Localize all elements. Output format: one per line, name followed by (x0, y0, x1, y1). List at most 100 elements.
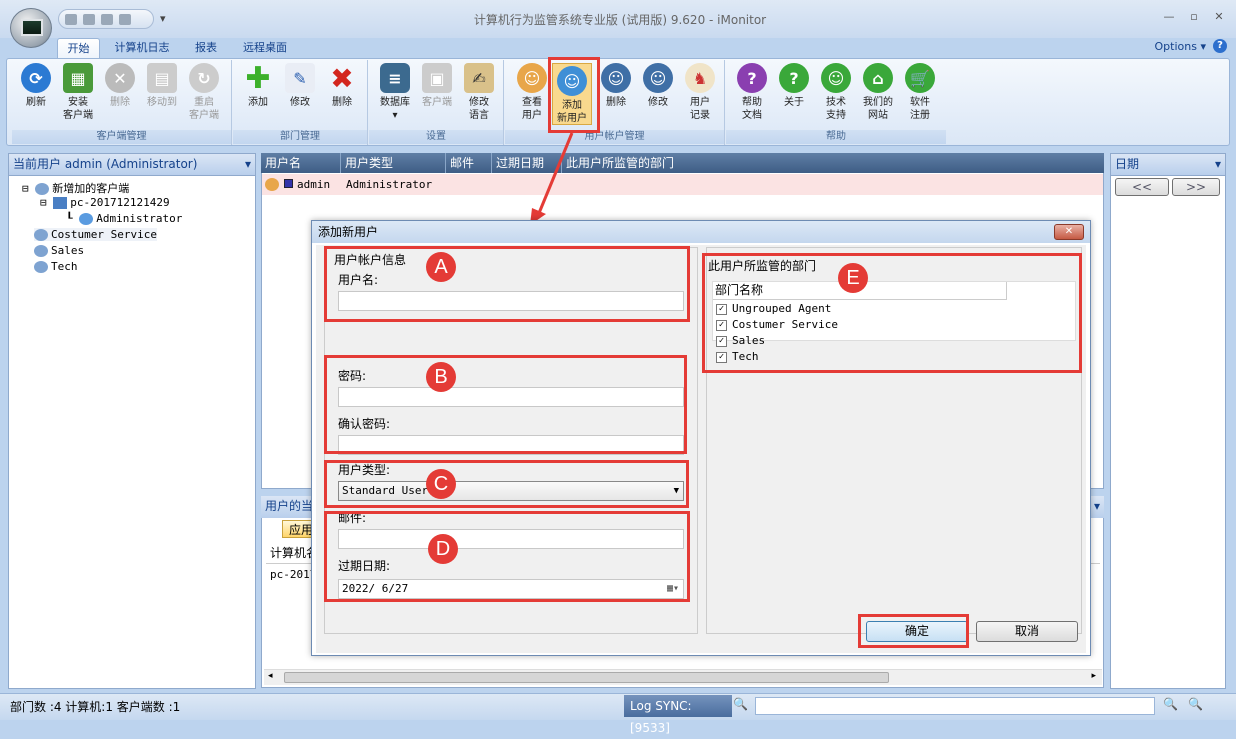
group-icon (34, 261, 48, 273)
help-icon[interactable]: ? (1213, 39, 1227, 53)
group-icon (34, 245, 48, 257)
user-icon (79, 213, 94, 225)
bottom-row[interactable]: pc-2017 (270, 568, 316, 581)
client-icon: ▣ (422, 63, 452, 93)
status-counts: 部门数 :4 计算机:1 客户端数 :1 (10, 700, 181, 714)
annotation-box-e (702, 253, 1082, 373)
minimize-icon[interactable]: — (1158, 10, 1180, 26)
tech-support-button[interactable]: ☺ 技术 支持 (816, 63, 856, 122)
database-button[interactable]: ≡ 数据库 ▾ (375, 63, 415, 122)
options-menu[interactable]: Options ▾ (1155, 40, 1206, 53)
admin-flag-icon (284, 179, 293, 188)
tab-reports[interactable]: 报表 (188, 38, 224, 58)
annotation-arrow (530, 132, 574, 225)
quick-access-toolbar[interactable] (58, 9, 154, 29)
left-panel-header[interactable]: 当前用户 admin (Administrator) ▾ (9, 154, 255, 176)
next-date-button[interactable]: >> (1172, 178, 1220, 196)
help-docs-button[interactable]: ? 帮助 文档 (732, 63, 772, 122)
search-icon[interactable]: 🔍 (1188, 697, 1203, 711)
add-dept-button[interactable]: ✚ 添加 (238, 63, 278, 109)
refresh-icon: ⟳ (21, 63, 51, 93)
log-progress (755, 697, 1155, 715)
tree-group-new-clients[interactable]: ⊟ 新增加的客户端 (22, 180, 129, 196)
support-icon: ☺ (821, 63, 851, 93)
window-title: 计算机行为监管系统专业版 (试用版) 9.620 - iMonitor (473, 13, 767, 27)
annotation-box-d (324, 511, 690, 602)
group-icon (35, 183, 50, 195)
install-client-button[interactable]: ▦ 安装 客户端 (58, 63, 98, 122)
log-sync-status: Log SYNC: [9533] (624, 695, 732, 735)
register-button[interactable]: 🛒 软件 注册 (900, 63, 940, 122)
app-menu-button[interactable] (10, 8, 52, 48)
tree-group-tech[interactable]: Tech (34, 260, 78, 273)
group-icon (34, 229, 48, 241)
dialog-title: 添加新用户 (312, 221, 1090, 243)
delete-user-icon: ☺ (601, 63, 631, 93)
question-icon: ? (737, 63, 767, 93)
computer-icon (53, 197, 68, 209)
dialog-close-button[interactable]: ✕ (1054, 224, 1084, 240)
restart-client-button[interactable]: ↻ 重启 客户端 (184, 63, 224, 122)
edit-user-icon: ☺ (643, 63, 673, 93)
install-icon: ▦ (63, 63, 93, 93)
tree-group-costumer[interactable]: Costumer Service (34, 228, 157, 241)
annotation-box-ok (858, 614, 969, 648)
about-button[interactable]: ? 关于 (774, 63, 814, 109)
zoom-in-icon[interactable]: 🔍 (1163, 697, 1178, 711)
marker-d: D (428, 534, 458, 564)
tab-remote-desktop[interactable]: 远程桌面 (236, 38, 294, 58)
marker-a: A (426, 252, 456, 282)
edit-user-button[interactable]: ☺ 修改 (638, 63, 678, 109)
add-user-highlight (548, 57, 600, 133)
marker-b: B (426, 362, 456, 392)
maximize-icon[interactable]: ▫ (1183, 10, 1205, 26)
horizontal-scrollbar[interactable]: ◂ ▸ (264, 669, 1102, 685)
edit-dept-button[interactable]: ✎ 修改 (280, 63, 320, 109)
database-icon: ≡ (380, 63, 410, 93)
refresh-button[interactable]: ⟳ 刷新 (16, 63, 56, 109)
user-log-button[interactable]: ♞ 用户 记录 (680, 63, 720, 122)
delete-user-button[interactable]: ☺ 删除 (596, 63, 636, 109)
col-usertype[interactable]: 用户类型 (341, 153, 446, 173)
marker-e: E (838, 263, 868, 293)
view-users-button[interactable]: ☺ 查看 用户 (512, 63, 552, 122)
language-icon: ✍ (464, 63, 494, 93)
marker-c: C (426, 469, 456, 499)
user-log-icon: ♞ (685, 63, 715, 93)
tree-computer[interactable]: ⊟ pc-2017121214​29 (40, 196, 170, 209)
change-language-button[interactable]: ✍ 修改 语言 (459, 63, 499, 122)
annotation-box-c (324, 460, 689, 508)
tree-user[interactable]: ┖ Administrator (66, 212, 182, 225)
qat-dropdown-icon[interactable]: ▾ (160, 12, 166, 25)
col-username[interactable]: 用户名 (261, 153, 341, 173)
date-header[interactable]: 日期 ▾ (1111, 154, 1225, 176)
tab-computer-log[interactable]: 计算机日志 (108, 38, 176, 58)
col-email[interactable]: 邮件 (446, 153, 492, 173)
restart-icon: ↻ (189, 63, 219, 93)
delete-icon: ✕ (105, 63, 135, 93)
delete-client-button[interactable]: ✕ 删除 (100, 63, 140, 109)
tree-group-sales[interactable]: Sales (34, 244, 84, 257)
users-table-header: 用户名 用户类型 邮件 过期日期 此用户所监管的部门 (261, 153, 1104, 173)
col-departments[interactable]: 此用户所监管的部门 (562, 153, 862, 173)
annotation-box-a (324, 246, 690, 322)
client-settings-button[interactable]: ▣ 客户端 (417, 63, 457, 109)
delete-dept-button[interactable]: ✖ 删除 (322, 63, 362, 109)
right-panel: 日期 ▾ (1110, 153, 1226, 689)
annotation-box-b (324, 355, 687, 454)
close-window-icon[interactable]: ✕ (1208, 10, 1230, 26)
prev-date-button[interactable]: << (1115, 178, 1169, 196)
admin-user-icon (265, 178, 279, 191)
edit-icon: ✎ (285, 63, 315, 93)
zoom-out-icon[interactable]: 🔍 (733, 697, 748, 711)
delete-red-icon: ✖ (330, 61, 354, 95)
move-to-button[interactable]: ▤ 移动到 (142, 63, 182, 109)
cart-icon: 🛒 (905, 63, 935, 93)
tab-start[interactable]: 开始 (57, 38, 100, 58)
move-icon: ▤ (147, 63, 177, 93)
plus-icon: ✚ (245, 60, 271, 96)
table-row[interactable]: admin Administrator (262, 174, 1103, 195)
users-icon: ☺ (517, 63, 547, 93)
website-button[interactable]: ⌂ 我们的 网站 (858, 63, 898, 122)
cancel-button[interactable]: 取消 (976, 621, 1078, 642)
